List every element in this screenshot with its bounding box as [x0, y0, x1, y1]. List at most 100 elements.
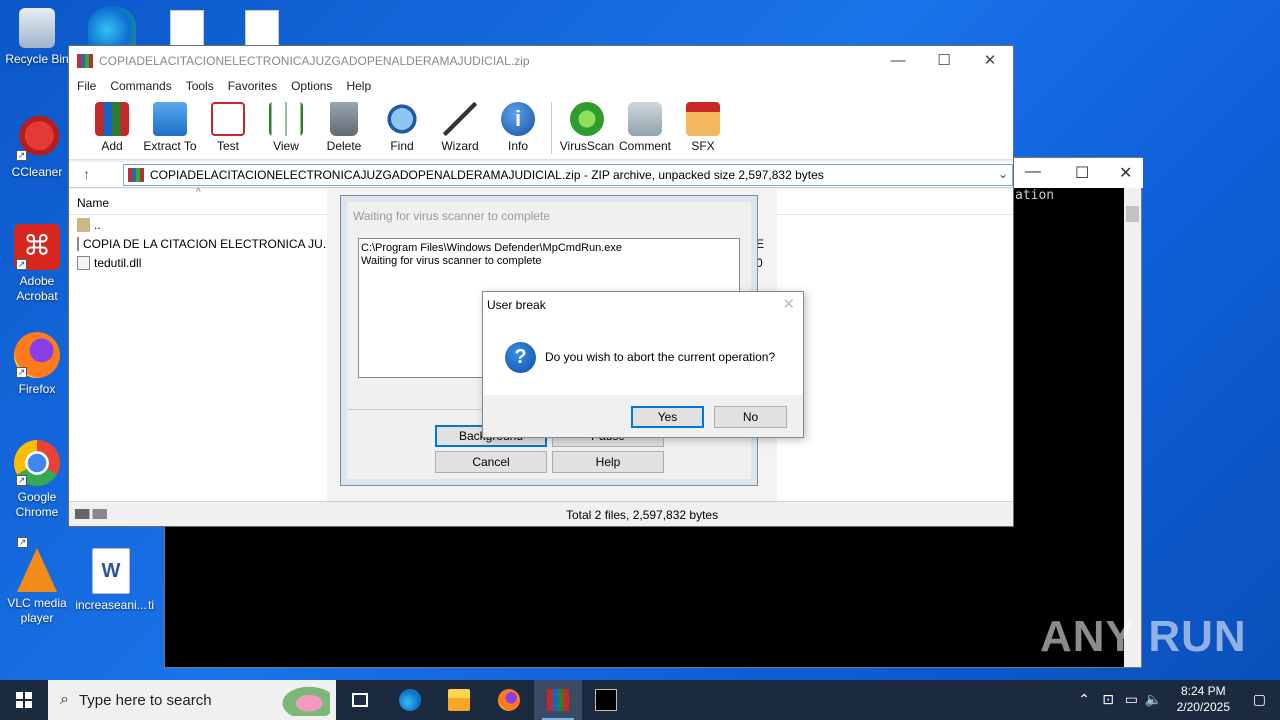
- search-icon: ⌕: [60, 691, 69, 708]
- menu-options[interactable]: Options: [291, 79, 332, 93]
- magnifier-icon: [385, 102, 419, 136]
- desktop-icon-recycle-bin[interactable]: Recycle Bin: [0, 8, 74, 67]
- scroll-thumb[interactable]: [1126, 206, 1139, 222]
- document-icon: [77, 236, 79, 251]
- minimize-icon[interactable]: —: [875, 46, 921, 76]
- maximize-icon[interactable]: ☐: [921, 46, 967, 76]
- list-item[interactable]: COPIA DE LA CITACION ELECTRONICA JU...: [69, 234, 327, 253]
- comment-button[interactable]: Comment: [616, 96, 674, 153]
- minimize-icon[interactable]: —: [1025, 163, 1041, 181]
- add-button[interactable]: Add: [83, 96, 141, 153]
- taskbar-console[interactable]: [582, 680, 630, 720]
- task-view-icon: [352, 693, 368, 707]
- delete-button[interactable]: Delete: [315, 96, 373, 153]
- console-scrollbar[interactable]: [1124, 188, 1141, 667]
- comment-bubble-icon: [628, 102, 662, 136]
- window-title: COPIADELACITACIONELECTRONICAJUZGADOPENAL…: [99, 54, 530, 68]
- up-arrow-icon[interactable]: ↑: [83, 166, 90, 182]
- sfx-box-icon: [686, 102, 720, 136]
- taskbar-edge[interactable]: [386, 680, 434, 720]
- cancel-button[interactable]: Cancel: [435, 451, 547, 473]
- user-break-dialog[interactable]: User break ✕ ? Do you wish to abort the …: [482, 291, 804, 438]
- dialog-title: Waiting for virus scanner to complete: [353, 209, 550, 223]
- sfx-label: SFX: [691, 139, 715, 153]
- desktop-icon-firefox[interactable]: ↗ Firefox: [0, 332, 74, 397]
- network-icon[interactable]: ⊡: [1102, 691, 1114, 708]
- desktop-icon-label: CCleaner: [11, 165, 63, 179]
- image-file-desktop-icon[interactable]: [170, 10, 204, 46]
- menubar: File Commands Tools Favorites Options He…: [69, 76, 1013, 96]
- list-item[interactable]: tedutil.dll: [69, 253, 327, 272]
- delete-label: Delete: [326, 139, 362, 153]
- magic-wand-icon: [443, 102, 477, 136]
- close-icon[interactable]: ✕: [782, 295, 795, 313]
- desktop-icon-ccleaner[interactable]: ↗ CCleaner: [0, 115, 74, 180]
- winrar-icon: [547, 689, 569, 711]
- drive-icon: [75, 509, 107, 519]
- file-name: COPIA DE LA CITACION ELECTRONICA JU...: [83, 236, 327, 251]
- view-button[interactable]: View: [257, 96, 315, 153]
- desktop-icon-label: Adobe Acrobat: [16, 274, 58, 303]
- maximize-icon[interactable]: ☐: [1075, 163, 1089, 183]
- find-label: Find: [390, 139, 414, 153]
- dialog-title: User break: [487, 298, 546, 312]
- windows-logo-icon: [16, 692, 32, 708]
- no-button[interactable]: No: [714, 406, 787, 428]
- menu-tools[interactable]: Tools: [186, 79, 214, 93]
- column-header-name[interactable]: Name: [77, 196, 109, 210]
- archive-path-field[interactable]: COPIADELACITACIONELECTRONICAJUZGADOPENAL…: [123, 164, 1013, 186]
- menu-file[interactable]: File: [77, 79, 96, 93]
- comment-label: Comment: [618, 139, 671, 153]
- start-button[interactable]: [0, 680, 48, 720]
- desktop-icon-word-doc[interactable]: W increaseani...: [74, 548, 148, 613]
- vlc-icon: ↗: [17, 537, 57, 592]
- console-titlebar: — ☐ ✕: [1013, 158, 1143, 188]
- taskbar-file-explorer[interactable]: [435, 680, 483, 720]
- status-bar: Total 2 files, 2,597,832 bytes: [69, 501, 1013, 526]
- chevron-down-icon[interactable]: ⌄: [998, 167, 1008, 181]
- list-item-parent-folder[interactable]: ..: [69, 215, 327, 234]
- desktop-icon-vlc[interactable]: ↗ VLC media player: [0, 537, 74, 626]
- file-name: ..: [94, 217, 101, 232]
- add-archive-icon: [95, 102, 129, 136]
- question-icon: ?: [505, 342, 536, 373]
- sfx-button[interactable]: SFX: [674, 96, 732, 153]
- edge-desktop-icon[interactable]: [88, 6, 136, 46]
- taskbar-clock[interactable]: 8:24 PM 2/20/2025: [1177, 683, 1230, 715]
- log-line: Waiting for virus scanner to complete: [361, 255, 542, 267]
- wizard-button[interactable]: Wizard: [431, 96, 489, 153]
- chevron-up-icon[interactable]: ⌃: [1078, 691, 1090, 708]
- test-button[interactable]: Test: [199, 96, 257, 153]
- notification-icon[interactable]: ▢: [1253, 691, 1266, 708]
- virusscan-button[interactable]: VirusScan: [558, 96, 616, 153]
- extract-to-button[interactable]: Extract To: [141, 96, 199, 153]
- add-label: Add: [101, 139, 123, 153]
- desktop-icon-google-chrome[interactable]: ↗ Google Chrome: [0, 440, 74, 520]
- log-line: C:\Program Files\Windows Defender\MpCmdR…: [361, 242, 623, 254]
- speaker-icon[interactable]: 🔈: [1145, 691, 1162, 708]
- menu-commands[interactable]: Commands: [110, 79, 171, 93]
- help-button[interactable]: Help: [552, 451, 664, 473]
- taskbar-firefox[interactable]: [485, 680, 533, 720]
- yes-button[interactable]: Yes: [631, 406, 704, 428]
- desktop-icon-adobe-acrobat[interactable]: ⌘ ↗ Adobe Acrobat: [0, 224, 74, 304]
- task-view-button[interactable]: [336, 680, 384, 720]
- close-icon[interactable]: ✕: [1119, 163, 1132, 183]
- find-button[interactable]: Find: [373, 96, 431, 153]
- menu-help[interactable]: Help: [346, 79, 371, 93]
- recycle-bin-icon: [19, 8, 55, 48]
- dll-file-icon: [77, 255, 90, 270]
- address-bar: ↑ COPIADELACITACIONELECTRONICAJUZGADOPEN…: [69, 162, 1013, 188]
- search-placeholder: Type here to search: [78, 691, 212, 709]
- close-icon[interactable]: ✕: [967, 46, 1013, 76]
- acrobat-icon: ⌘ ↗: [14, 224, 60, 270]
- view-label: View: [273, 139, 299, 153]
- taskbar-search[interactable]: ⌕ Type here to search: [48, 680, 336, 720]
- taskbar-winrar[interactable]: [534, 680, 582, 720]
- desktop-icon-label: Google Chrome: [15, 490, 59, 519]
- info-button[interactable]: i Info: [489, 96, 547, 153]
- image-file-desktop-icon[interactable]: [245, 10, 279, 46]
- file-name: tedutil.dll: [94, 255, 142, 270]
- menu-favorites[interactable]: Favorites: [228, 79, 277, 93]
- ethernet-icon[interactable]: ▭: [1125, 691, 1138, 708]
